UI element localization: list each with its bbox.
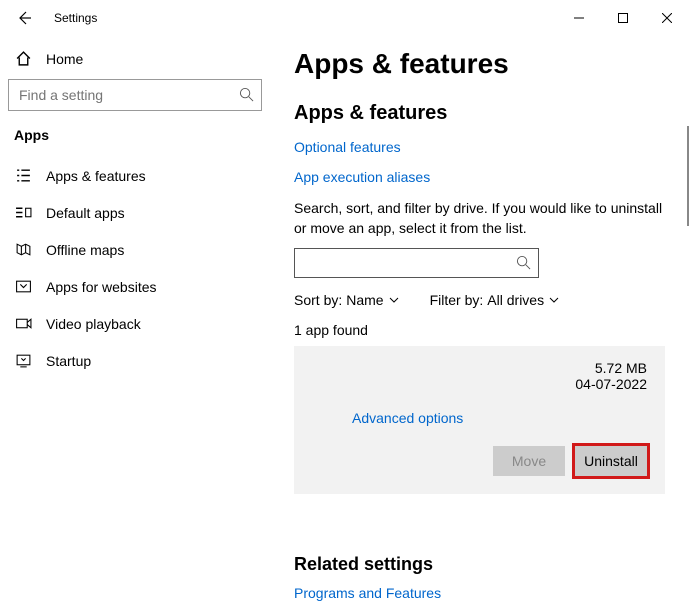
main-content: Apps & features Apps & features Optional… (270, 36, 689, 587)
description-text: Search, sort, and filter by drive. If yo… (294, 199, 665, 238)
nav-label: Default apps (46, 205, 125, 221)
home-nav[interactable]: Home (8, 46, 262, 79)
back-button[interactable] (10, 4, 38, 32)
filter-value: All drives (487, 292, 544, 308)
app-date: 04-07-2022 (575, 376, 647, 392)
apps-websites-icon (14, 278, 32, 295)
sort-label: Sort by: (294, 292, 342, 308)
app-size: 5.72 MB (575, 360, 647, 376)
search-icon (516, 255, 531, 270)
nav-apps-features[interactable]: Apps & features (8, 157, 262, 194)
list-icon (14, 167, 32, 184)
app-search-input[interactable] (294, 248, 539, 278)
maximize-icon (618, 13, 628, 23)
home-label: Home (46, 51, 83, 67)
map-icon (14, 241, 32, 258)
maximize-button[interactable] (601, 3, 645, 33)
minimize-button[interactable] (557, 3, 601, 33)
sort-value: Name (346, 292, 383, 308)
filter-by-control[interactable]: Filter by: All drives (430, 292, 560, 308)
chevron-down-icon (548, 294, 560, 306)
app-execution-aliases-link[interactable]: App execution aliases (294, 169, 665, 185)
close-button[interactable] (645, 3, 689, 33)
nav-label: Startup (46, 353, 91, 369)
move-button: Move (493, 446, 565, 476)
app-card[interactable]: 5.72 MB 04-07-2022 Advanced options Move… (294, 346, 665, 494)
nav-label: Apps & features (46, 168, 146, 184)
home-icon (14, 50, 32, 67)
related-heading: Related settings (294, 554, 665, 575)
arrow-left-icon (16, 10, 32, 26)
sidebar: Home Apps Apps & features Default apps O… (0, 36, 270, 587)
nav-label: Video playback (46, 316, 141, 332)
programs-features-link[interactable]: Programs and Features (294, 585, 665, 601)
default-apps-icon (14, 204, 32, 221)
section-heading: Apps & features (294, 102, 665, 125)
startup-icon (14, 352, 32, 369)
nav-startup[interactable]: Startup (8, 342, 262, 379)
video-icon (14, 315, 32, 332)
advanced-options-link[interactable]: Advanced options (352, 410, 647, 426)
find-setting-input[interactable] (8, 79, 262, 111)
nav-apps-websites[interactable]: Apps for websites (8, 268, 262, 305)
sort-by-control[interactable]: Sort by: Name (294, 292, 400, 308)
chevron-down-icon (388, 294, 400, 306)
filter-label: Filter by: (430, 292, 484, 308)
page-heading: Apps & features (294, 48, 665, 80)
window-title: Settings (54, 11, 97, 25)
nav-default-apps[interactable]: Default apps (8, 194, 262, 231)
nav-label: Apps for websites (46, 279, 157, 295)
app-count: 1 app found (294, 322, 665, 338)
section-label: Apps (14, 127, 262, 143)
nav-offline-maps[interactable]: Offline maps (8, 231, 262, 268)
optional-features-link[interactable]: Optional features (294, 139, 665, 155)
nav-video-playback[interactable]: Video playback (8, 305, 262, 342)
close-icon (662, 13, 672, 23)
uninstall-button[interactable]: Uninstall (575, 446, 647, 476)
minimize-icon (574, 13, 584, 23)
nav-label: Offline maps (46, 242, 124, 258)
